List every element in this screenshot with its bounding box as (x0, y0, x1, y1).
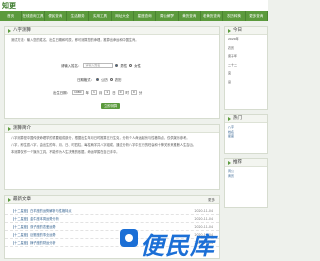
male-label: 男性 (120, 64, 128, 68)
lunar-radio[interactable] (109, 78, 113, 81)
arrow-icon (8, 127, 11, 131)
calc-panel: 八字测算 测试方法：输入您的姓名、出生日期和时辰，即可测算您的命理，推算出命运和… (4, 26, 220, 119)
today-line: 忌 (228, 79, 232, 84)
minute-select[interactable]: 0 (130, 90, 137, 95)
panel-header: 测算简介 (5, 125, 219, 133)
nav-item[interactable]: 老黄历查询 (201, 11, 224, 21)
about-paragraph: 本测算仅作一个娱乐工具，不能作为人生决策的依据，命运掌握在自己手中。 (11, 150, 120, 154)
today-line: 庚子年 (228, 54, 238, 58)
today-line: 二十二 (228, 62, 238, 67)
name-input[interactable]: 请输入姓名 (83, 63, 114, 68)
solar-radio[interactable] (95, 78, 99, 81)
birth-row: 出生日期： 1980 年 1 月 1 日 0 时 0 分 (53, 90, 142, 95)
name-row: 请输入姓名： 请输入姓名 男性 女性 (61, 63, 141, 68)
nav-item[interactable]: 在线查询工具 (22, 11, 45, 21)
nav-item[interactable]: 网址大全 (112, 11, 134, 21)
hot-panel: 推荐 周公 黄历 (224, 158, 268, 208)
sidebar-link[interactable]: 黄历 (225, 174, 267, 179)
arrow-icon (8, 29, 11, 33)
article-title[interactable]: 【十二星座】狮子座的财运分析 (11, 239, 56, 246)
panel-title: 最新文章 (13, 197, 31, 202)
arrow-icon (228, 117, 231, 121)
hour-unit: 时 (125, 91, 129, 95)
about-paragraph: 八字，即生辰八字，由出生的年、月、日、时四柱，每柱两字共八字组成，通过分析八字中… (11, 143, 196, 147)
panel-header: 推荐 (225, 159, 267, 167)
submit-row: 立即测算 (101, 103, 121, 109)
solar-label: 公历 (100, 78, 108, 82)
nav-item[interactable]: 星座查询 (134, 11, 157, 21)
month-unit: 月 (98, 91, 103, 95)
arrow-icon (228, 29, 231, 33)
calendar-label: 日期格式： (77, 78, 94, 82)
today-line: 农历 (228, 45, 235, 50)
today-panel: 今日 2020年 农历 庚子年 二十二 宜 忌 (224, 26, 268, 110)
nav-item[interactable]: 更多查询 (246, 11, 268, 21)
watermark-logo-icon (120, 229, 138, 247)
year-select[interactable]: 1980 (71, 90, 84, 95)
female-label: 女性 (134, 64, 141, 68)
today-line: 2020年 (228, 37, 239, 41)
today-line: 宜 (228, 71, 232, 75)
nav-item[interactable]: 便民查询 (45, 11, 67, 21)
article-date: 2020-11-04 (194, 209, 213, 213)
calendar-row: 日期格式： 公历 农历 (77, 77, 122, 82)
sidebar-link[interactable]: 星座 (225, 134, 267, 139)
article-title[interactable]: 【十二星座】双子座的恋爱运势 (11, 223, 56, 230)
panel-header: 最新文章 更多 (5, 196, 219, 204)
nav-item[interactable]: 生活服务 (67, 11, 90, 21)
panel-title: 今日 (233, 28, 242, 33)
arrow-icon (8, 198, 11, 202)
panel-header: 八字测算 (5, 27, 219, 35)
list-item[interactable]: 【十二星座】白羊座的运势解析与性格特点 2020-11-04 (5, 207, 219, 215)
more-link[interactable]: 更多 (208, 196, 215, 204)
nav-item[interactable]: 周公解梦 (156, 11, 179, 21)
female-radio[interactable] (129, 64, 133, 67)
day-unit: 日 (112, 91, 116, 95)
watermark-text: 便民库 (140, 232, 215, 260)
main-nav: 首页 在线查询工具 便民查询 生活服务 实用工具 网址大全 星座查询 周公解梦 … (0, 11, 268, 21)
nav-item[interactable]: 黄历查询 (179, 11, 201, 21)
panel-title: 热门 (233, 116, 242, 121)
nav-item[interactable]: 首页 (0, 11, 23, 21)
site-header: 知更 (0, 0, 268, 11)
lunar-label: 农历 (114, 78, 122, 82)
about-paragraph: 八字测算是中国传统命理学的重要组成部分，根据出生年月日时推算五行生克，分析个人命… (11, 136, 190, 140)
panel-header: 今日 (225, 27, 267, 35)
tools-panel: 热门 八字 姓名 星座 (224, 114, 268, 154)
panel-title: 推荐 (233, 160, 242, 165)
article-date: 2020-11-04 (194, 217, 213, 221)
nav-item[interactable]: 实用工具 (89, 11, 112, 21)
site-logo[interactable]: 知更 (2, 1, 16, 11)
minute-unit: 分 (138, 91, 143, 95)
month-select[interactable]: 1 (90, 90, 97, 95)
article-title[interactable]: 【十二星座】白羊座的运势解析与性格特点 (11, 207, 72, 214)
panel-title: 测算简介 (13, 126, 31, 131)
arrow-icon (228, 161, 231, 165)
panel-title: 八字测算 (13, 28, 31, 33)
day-select[interactable]: 1 (104, 90, 111, 95)
about-panel: 测算简介 八字测算是中国传统命理学的重要组成部分，根据出生年月日时推算五行生克，… (4, 124, 220, 190)
list-item[interactable]: 【十二星座】金牛座本周运势分析 2020-11-04 (5, 215, 219, 223)
submit-button[interactable]: 立即测算 (101, 103, 121, 109)
name-label: 请输入姓名： (61, 64, 82, 68)
hour-select[interactable]: 0 (117, 90, 124, 95)
male-radio[interactable] (115, 64, 119, 67)
article-title[interactable]: 【十二星座】巨蟹座的事业运势 (11, 231, 56, 238)
intro-text: 测试方法：输入您的姓名、出生日期和时辰，即可测算您的命理，推算出命运和中国生肖。 (11, 38, 139, 42)
birth-label: 出生日期： (53, 91, 70, 95)
article-title[interactable]: 【十二星座】金牛座本周运势分析 (11, 215, 59, 222)
nav-item[interactable]: 农历转换 (223, 11, 246, 21)
year-unit: 年 (85, 91, 89, 95)
panel-header: 热门 (225, 115, 267, 123)
